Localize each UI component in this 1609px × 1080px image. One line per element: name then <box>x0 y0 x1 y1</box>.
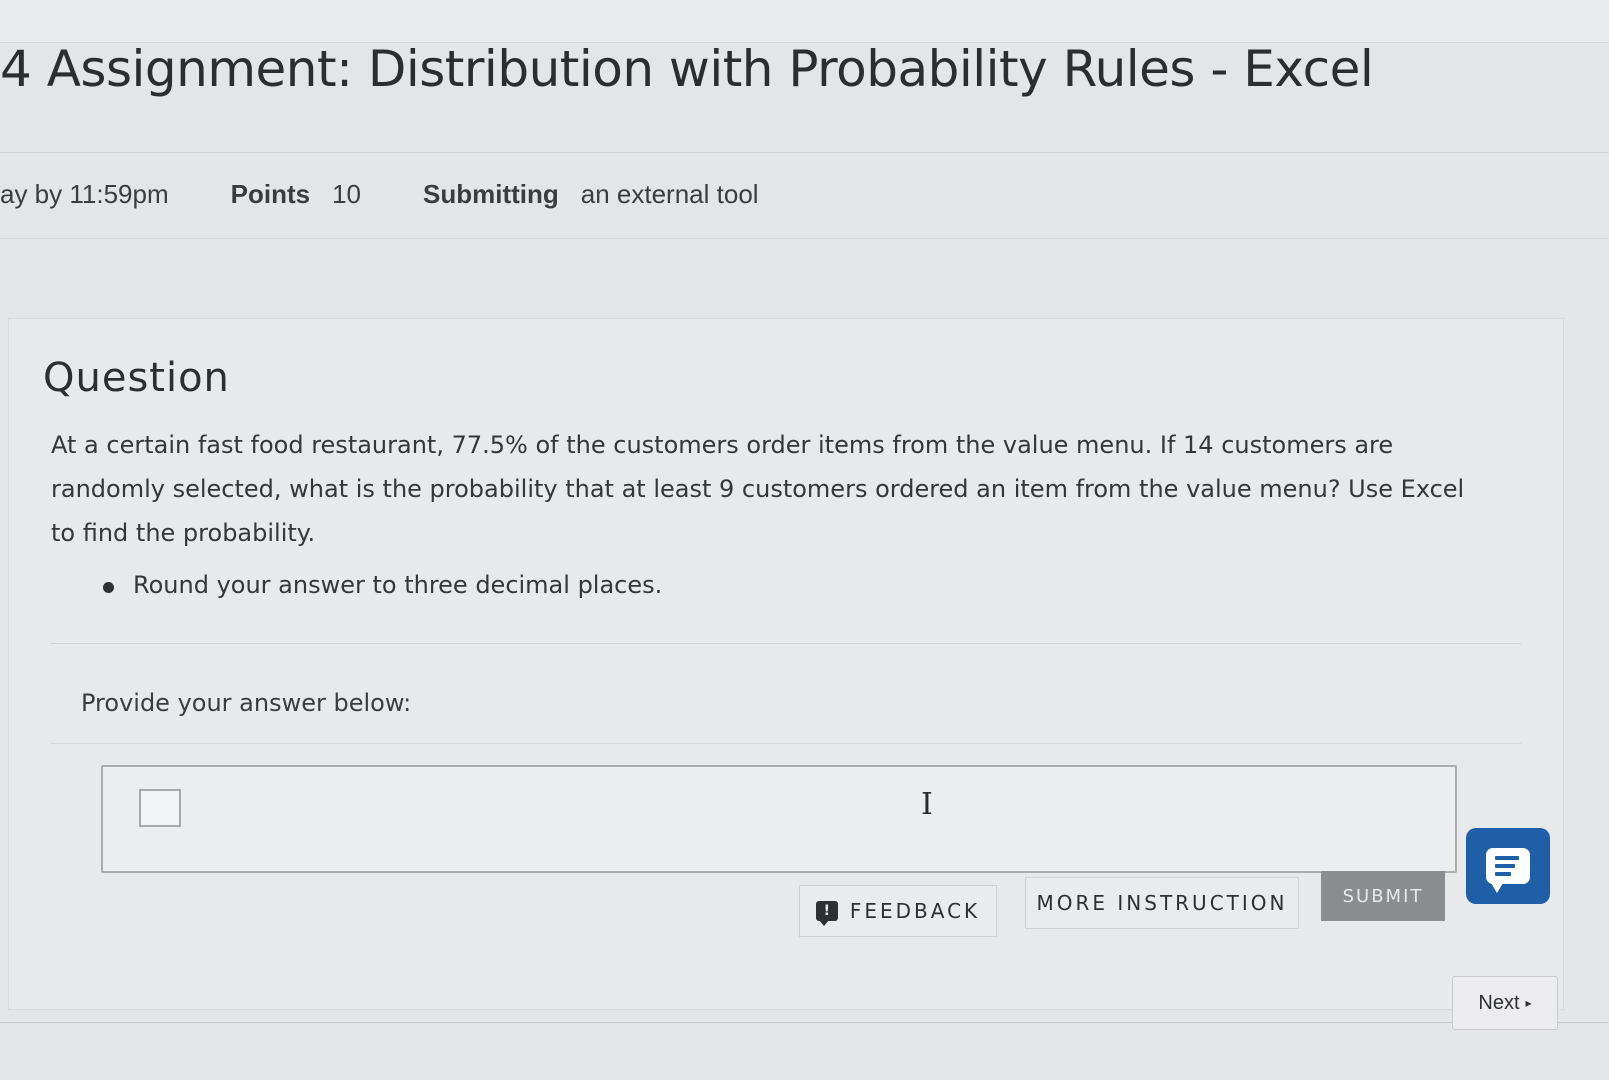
answer-area[interactable]: I <box>101 765 1457 873</box>
feedback-button[interactable]: ! FEEDBACK <box>799 885 997 937</box>
browser-top-band <box>0 0 1609 43</box>
points-value: 10 <box>332 178 361 209</box>
answer-input[interactable] <box>139 789 181 827</box>
question-divider <box>51 643 1521 644</box>
more-instruction-button[interactable]: MORE INSTRUCTION <box>1025 877 1299 929</box>
answer-label: Provide your answer below: <box>81 689 412 717</box>
question-heading: Question <box>43 355 230 401</box>
assignment-title: 4 Assignment: Distribution with Probabil… <box>0 40 1374 98</box>
meta-divider <box>0 238 1609 239</box>
instruction-list: Round your answer to three decimal place… <box>101 571 662 599</box>
feedback-label: FEEDBACK <box>849 899 981 923</box>
title-divider <box>0 152 1609 153</box>
answer-divider <box>51 743 1521 744</box>
next-arrow-icon: ▸ <box>1525 996 1532 1010</box>
submit-button[interactable]: SUBMIT <box>1321 871 1445 921</box>
submitting-value: an external tool <box>580 178 759 209</box>
question-card: Question At a certain fast food restaura… <box>8 318 1564 1010</box>
assignment-meta: ay by 11:59pm Points 10 Submitting an ex… <box>0 172 759 216</box>
submitting-label: Submitting <box>423 178 559 209</box>
due-text: ay by 11:59pm <box>0 178 169 209</box>
chat-button[interactable] <box>1466 828 1550 904</box>
instruction-item: Round your answer to three decimal place… <box>101 571 662 599</box>
submit-label: SUBMIT <box>1342 885 1424 907</box>
text-cursor-icon: I <box>921 787 933 822</box>
feedback-icon: ! <box>815 901 838 926</box>
footer-divider <box>0 1022 1609 1023</box>
next-button[interactable]: Next ▸ <box>1452 976 1558 1030</box>
points-label: Points <box>230 178 311 209</box>
chat-icon <box>1486 848 1530 893</box>
next-label: Next <box>1478 991 1520 1014</box>
more-instruction-label: MORE INSTRUCTION <box>1036 891 1288 915</box>
question-text: At a certain fast food restaurant, 77.5%… <box>51 431 1465 547</box>
